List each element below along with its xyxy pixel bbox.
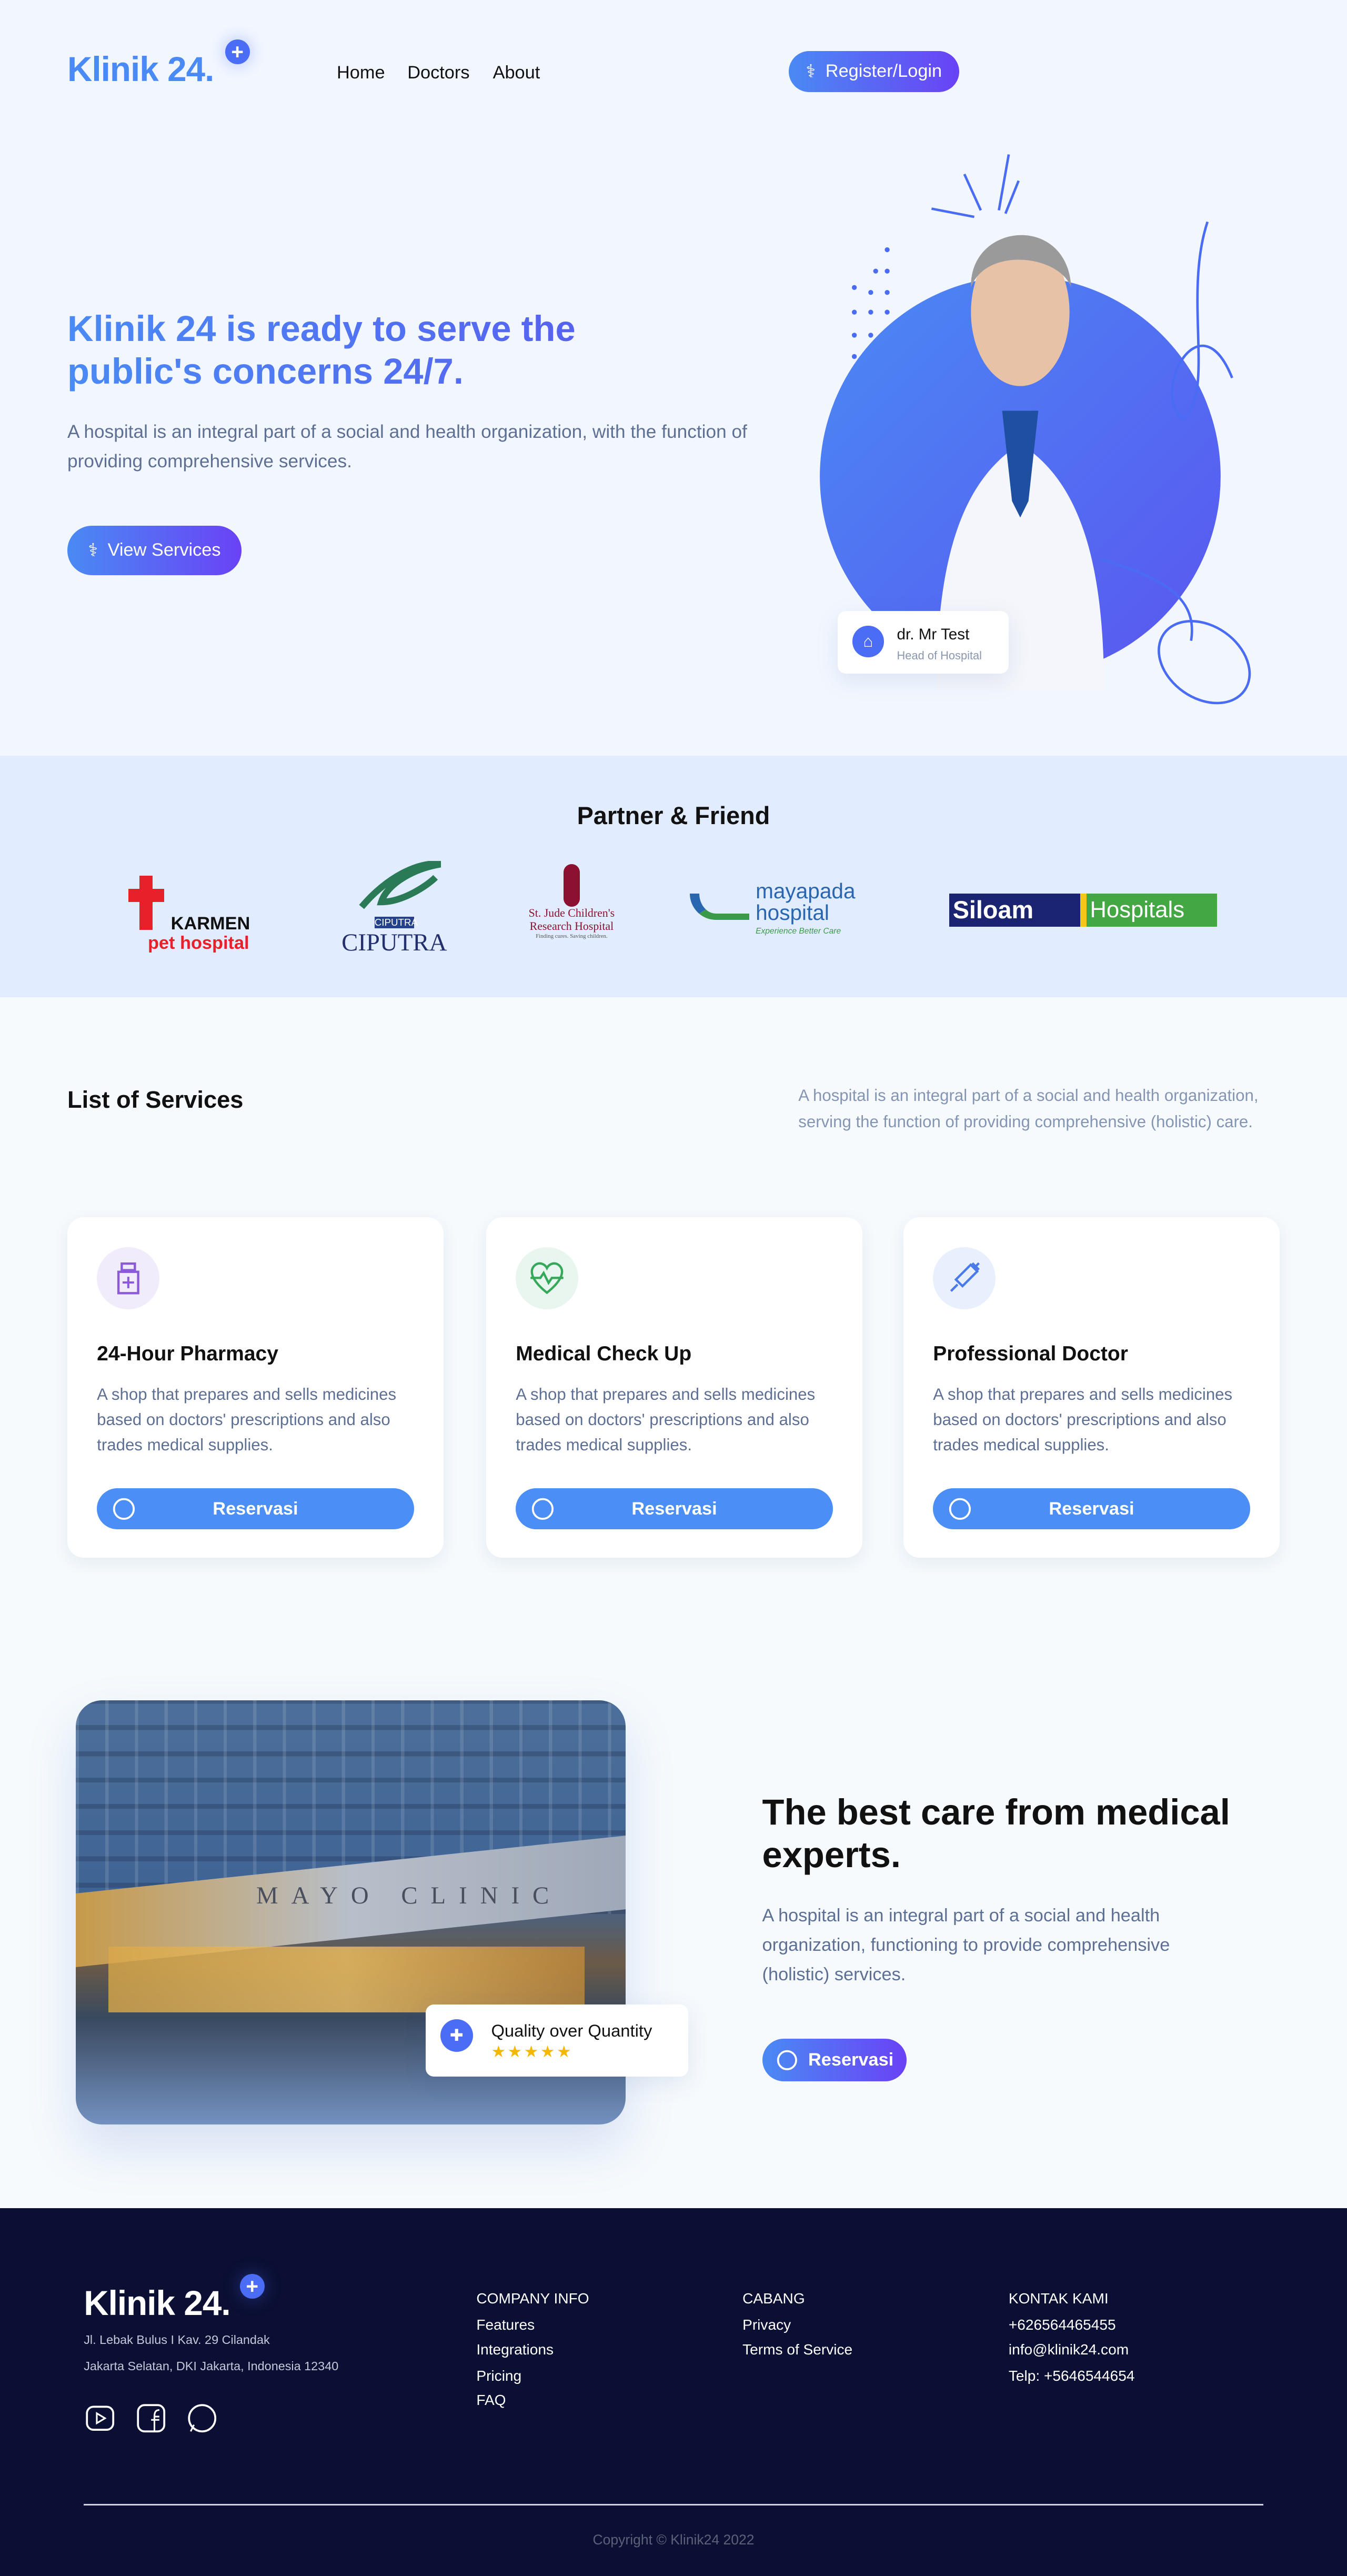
footer: Klinik 24. + Jl. Lebak Bulus I Kav. 29 C… <box>0 2208 1347 2576</box>
facebook-icon[interactable] <box>135 2402 167 2434</box>
nav-doctors[interactable]: Doctors <box>407 63 469 83</box>
care-description: A hospital is an integral part of a soci… <box>762 1906 1170 1985</box>
partner-logo-siloam: Siloam Hospitals <box>949 894 1218 927</box>
service-text: A shop that prepares and sells medicines… <box>516 1385 816 1455</box>
footer-link-integrations[interactable]: Integrations <box>476 2341 554 2358</box>
logo[interactable]: Klinik 24. <box>67 49 214 89</box>
nav-home[interactable]: Home <box>337 63 385 83</box>
footer-link-faq[interactable]: FAQ <box>476 2392 506 2409</box>
footer-address-1: Jl. Lebak Bulus I Kav. 29 Cilandak <box>84 2333 270 2347</box>
footer-address-2: Jakarta Selatan, DKI Jakarta, Indonesia … <box>84 2359 339 2373</box>
badge-title: Quality over Quantity <box>491 2020 652 2040</box>
service-card: Medical Check Up A shop that prepares an… <box>486 1217 862 1558</box>
footer-link-pricing[interactable]: Pricing <box>476 2368 521 2384</box>
sign-text: MAYO CLINIC <box>256 1881 562 1909</box>
service-card: 24-Hour Pharmacy A shop that prepares an… <box>67 1217 444 1558</box>
footer-link-terms[interactable]: Terms of Service <box>742 2341 852 2358</box>
footer-link-features[interactable]: Features <box>476 2317 535 2333</box>
partners-title: Partner & Friend <box>577 802 770 830</box>
footer-divider <box>84 2503 1263 2505</box>
nav-about[interactable]: About <box>493 63 540 83</box>
hospital-icon: ⌂ <box>852 626 884 657</box>
services-description: A hospital is an integral part of a soci… <box>798 1086 1259 1131</box>
footer-link-privacy[interactable]: Privacy <box>742 2317 791 2333</box>
partners-section: Partner & Friend KARMEN pet hospital CIP… <box>0 756 1347 997</box>
doctor-card: ⌂ dr. Mr Test Head of Hospital <box>838 611 1009 674</box>
services-title: List of Services <box>67 1086 244 1113</box>
partner-logo-mayapada: mayapada hospital Experience Better Care <box>690 880 887 946</box>
logo-text: Klinik 24. <box>67 49 214 88</box>
stethoscope-icon: ⚕ <box>88 540 98 560</box>
partner-logo-karmen: KARMEN pet hospital <box>128 867 268 959</box>
partner-logo-ciputra: CIPUTRA CIPUTRA <box>328 860 460 959</box>
view-services-button[interactable]: ⚕ View Services <box>67 526 242 575</box>
care-hand-icon: ✚ <box>440 2019 474 2052</box>
care-reservasi-button[interactable]: Reservasi <box>762 2039 907 2082</box>
footer-col-title: CABANG <box>742 2290 805 2307</box>
whatsapp-icon <box>777 2050 797 2070</box>
service-title: Medical Check Up <box>516 1342 692 1365</box>
hero-title: Klinik 24 is ready to serve the public's … <box>67 307 757 393</box>
whatsapp-icon <box>532 1498 554 1520</box>
stethoscope-icon: ⚕ <box>806 61 816 82</box>
quality-badge: ✚ Quality over Quantity ★★★★★ <box>425 2004 689 2077</box>
footer-logo: Klinik 24. <box>84 2284 230 2323</box>
doctor-role: Head of Hospital <box>897 649 982 663</box>
reservasi-button[interactable]: Reservasi <box>516 1488 833 1530</box>
service-title: Professional Doctor <box>933 1342 1128 1365</box>
youtube-icon[interactable] <box>84 2402 116 2434</box>
care-title: The best care from medical experts. <box>762 1791 1230 1876</box>
copyright: Copyright © Klinik24 2022 <box>592 2531 755 2548</box>
whatsapp-icon <box>949 1498 971 1520</box>
footer-phone: +626564465455 <box>1008 2316 1116 2333</box>
rating-stars: ★★★★★ <box>491 2042 573 2061</box>
heartbeat-icon <box>516 1247 578 1310</box>
reservasi-button[interactable]: Reservasi <box>933 1488 1250 1530</box>
register-label: Register/Login <box>825 61 942 82</box>
social-links <box>84 2402 218 2434</box>
footer-col-title: KONTAK KAMI <box>1008 2290 1109 2307</box>
service-card: Professional Doctor A shop that prepares… <box>903 1217 1280 1558</box>
footer-email[interactable]: info@klinik24.com <box>1009 2341 1129 2358</box>
plus-icon: + <box>225 39 250 64</box>
whatsapp-icon[interactable] <box>186 2402 218 2434</box>
footer-col-title: COMPANY INFO <box>476 2290 589 2307</box>
doctor-name: dr. Mr Test <box>897 626 970 644</box>
plus-icon: + <box>239 2273 265 2299</box>
medicine-bottle-icon <box>97 1247 159 1310</box>
footer-telp: Telp: +5646544654 <box>1008 2367 1135 2384</box>
whatsapp-icon <box>113 1498 135 1520</box>
hero-description: A hospital is an integral part of a soci… <box>67 421 747 472</box>
partner-logo-st-jude: St. Jude Children's Research Hospital Find… <box>519 864 625 956</box>
service-title: 24-Hour Pharmacy <box>97 1342 278 1365</box>
service-text: A shop that prepares and sells medicines… <box>933 1385 1233 1455</box>
syringe-icon <box>933 1247 996 1310</box>
reservasi-button[interactable]: Reservasi <box>97 1488 414 1530</box>
service-text: A shop that prepares and sells medicines… <box>97 1385 397 1455</box>
register-login-button[interactable]: ⚕ Register/Login <box>788 51 960 92</box>
